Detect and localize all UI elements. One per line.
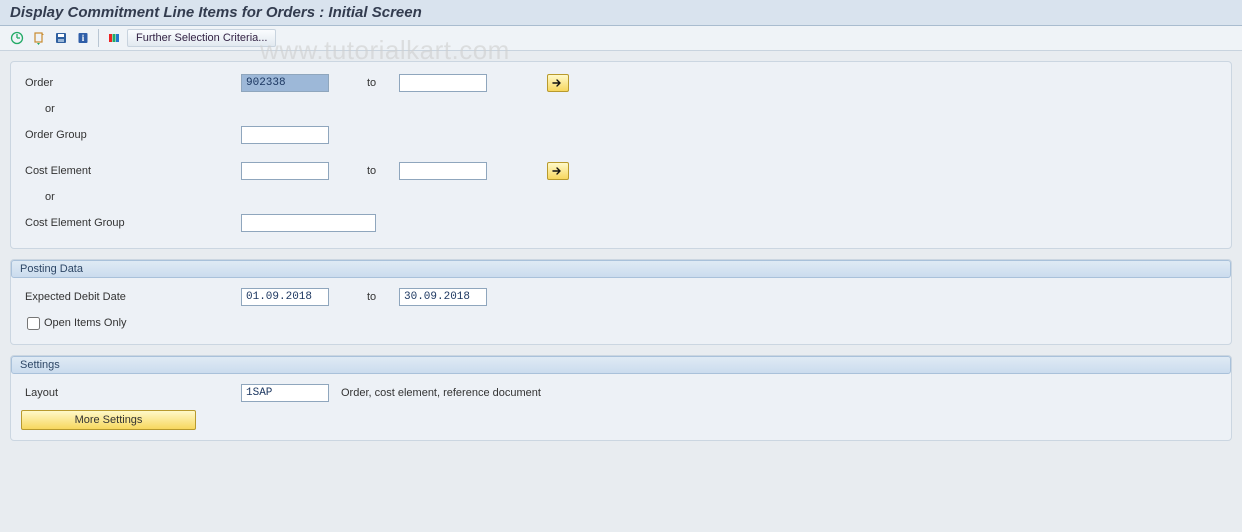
- cost-element-to-input[interactable]: [399, 162, 487, 180]
- cost-element-from-input[interactable]: [241, 162, 329, 180]
- order-to-input[interactable]: [399, 74, 487, 92]
- to-label: to: [329, 165, 399, 177]
- or-row: or: [21, 98, 1221, 120]
- or-label-1: or: [21, 103, 241, 115]
- or-row-2: or: [21, 186, 1221, 208]
- cost-element-group-input[interactable]: [241, 214, 376, 232]
- cost-element-group-row: Cost Element Group: [21, 212, 1221, 234]
- expected-debit-to-input[interactable]: [399, 288, 487, 306]
- expected-debit-label: Expected Debit Date: [21, 291, 241, 303]
- get-variant-icon[interactable]: [30, 29, 48, 47]
- data-source-icon[interactable]: [105, 29, 123, 47]
- execute-icon[interactable]: [8, 29, 26, 47]
- layout-input[interactable]: [241, 384, 329, 402]
- settings-title: Settings: [11, 356, 1231, 374]
- layout-label: Layout: [21, 387, 241, 399]
- further-selection-button[interactable]: Further Selection Criteria...: [127, 29, 276, 47]
- cost-element-multiple-selection-icon[interactable]: [547, 162, 569, 180]
- save-variant-icon[interactable]: [52, 29, 70, 47]
- expected-debit-from-input[interactable]: [241, 288, 329, 306]
- open-items-checkbox[interactable]: [27, 317, 40, 330]
- info-icon[interactable]: i: [74, 29, 92, 47]
- or-label-2: or: [21, 191, 241, 203]
- open-items-row: Open Items Only: [21, 312, 1221, 334]
- expected-debit-row: Expected Debit Date to: [21, 286, 1221, 308]
- order-label: Order: [21, 77, 241, 89]
- main-area: Order to or Order Group Cost Element to: [0, 51, 1242, 461]
- posting-data-title: Posting Data: [11, 260, 1231, 278]
- layout-description: Order, cost element, reference document: [341, 387, 541, 399]
- screen-title: Display Commitment Line Items for Orders…: [0, 0, 1242, 26]
- order-from-input[interactable]: [241, 74, 329, 92]
- open-items-label: Open Items Only: [44, 317, 127, 329]
- layout-row: Layout Order, cost element, reference do…: [21, 382, 1221, 404]
- cost-element-label: Cost Element: [21, 165, 241, 177]
- to-label: to: [329, 291, 399, 303]
- order-group-label: Order Group: [21, 129, 241, 141]
- order-group-input[interactable]: [241, 126, 329, 144]
- cost-element-row: Cost Element to: [21, 160, 1221, 182]
- selection-criteria-panel: Order to or Order Group Cost Element to: [10, 61, 1232, 249]
- to-label: to: [329, 77, 399, 89]
- order-multiple-selection-icon[interactable]: [547, 74, 569, 92]
- settings-panel: Settings Layout Order, cost element, ref…: [10, 355, 1232, 441]
- application-toolbar: i Further Selection Criteria...: [0, 26, 1242, 51]
- toolbar-separator: [98, 29, 99, 47]
- order-group-row: Order Group: [21, 124, 1221, 146]
- more-settings-button[interactable]: More Settings: [21, 410, 196, 430]
- posting-data-panel: Posting Data Expected Debit Date to Open…: [10, 259, 1232, 345]
- order-row: Order to: [21, 72, 1221, 94]
- cost-element-group-label: Cost Element Group: [21, 217, 241, 229]
